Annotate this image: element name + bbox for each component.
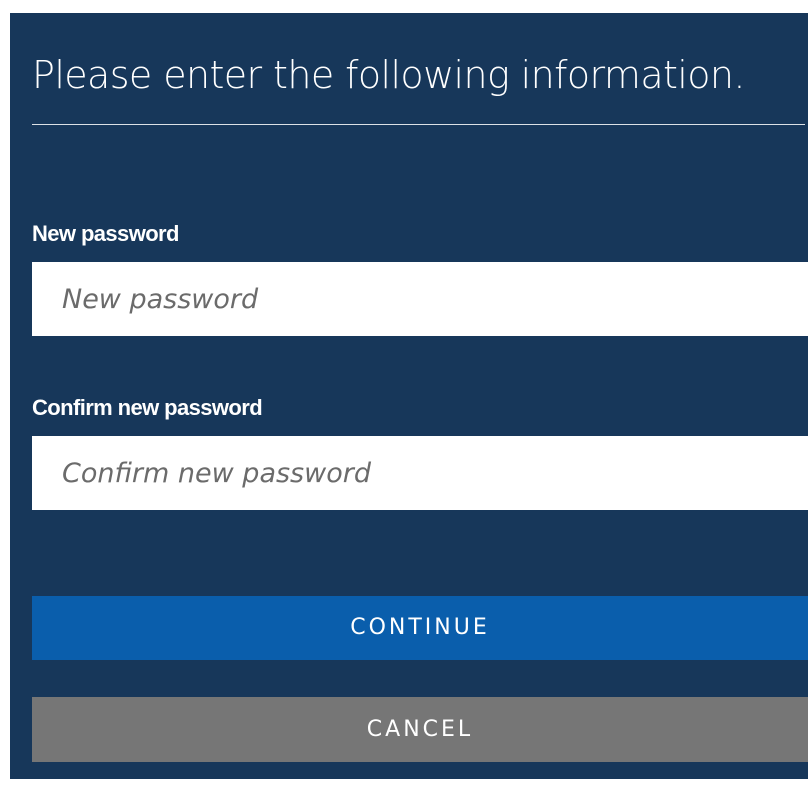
confirm-password-label: Confirm new password bbox=[32, 395, 263, 420]
new-password-label: New password bbox=[32, 221, 179, 246]
continue-button[interactable]: CONTINUE bbox=[32, 596, 808, 660]
cancel-button[interactable]: CANCEL bbox=[32, 697, 808, 762]
title-divider bbox=[32, 124, 805, 125]
form-title: Please enter the following information. bbox=[32, 53, 745, 97]
password-form-panel: Please enter the following information. … bbox=[10, 13, 808, 779]
new-password-input[interactable] bbox=[32, 262, 808, 336]
confirm-password-input[interactable] bbox=[32, 436, 808, 510]
